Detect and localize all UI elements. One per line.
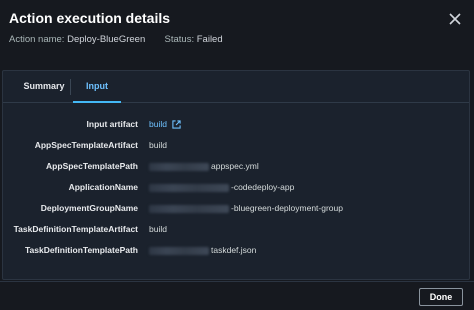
action-execution-details-modal: Action execution details Action name: De… — [0, 0, 474, 310]
status-label: Status: — [164, 34, 195, 45]
detail-value-text: -bluegreen-deployment-group — [231, 203, 343, 213]
detail-label: TaskDefinitionTemplatePath — [24, 245, 138, 255]
redacted-text — [149, 183, 229, 192]
detail-value: appspec.yml — [149, 158, 259, 174]
footer-divider — [0, 281, 474, 282]
close-icon[interactable] — [448, 12, 462, 26]
detail-row-appspec-artifact: AppSpecTemplateArtifact build — [3, 137, 469, 153]
done-button[interactable]: Done — [419, 288, 463, 306]
redacted-text — [149, 246, 209, 255]
detail-label: Input artifact — [86, 119, 138, 129]
detail-value: taskdef.json — [149, 242, 256, 258]
status-value: Failed — [196, 34, 223, 45]
active-tab-indicator — [73, 101, 121, 103]
tab-input-label: Input — [86, 81, 108, 91]
detail-row-taskdef-artifact: TaskDefinitionTemplateArtifact build — [3, 221, 469, 237]
detail-row-application-name: ApplicationName -codedeploy-app — [3, 179, 469, 195]
detail-row-input-artifact: Input artifact build — [3, 116, 469, 132]
modal-title: Action execution details — [9, 10, 171, 26]
tab-summary[interactable]: Summary — [22, 71, 66, 102]
detail-value-text: taskdef.json — [211, 245, 257, 255]
detail-label: ApplicationName — [68, 182, 138, 192]
detail-value: build — [149, 140, 167, 150]
action-name-label: Action name: — [9, 34, 65, 45]
input-artifact-link[interactable]: build — [149, 119, 167, 129]
detail-label: AppSpecTemplateArtifact — [34, 140, 138, 150]
detail-label: AppSpecTemplatePath — [46, 161, 138, 171]
detail-value: build — [149, 224, 167, 234]
redacted-text — [149, 204, 229, 213]
tab-divider — [70, 79, 71, 95]
modal-subtitle: Action name: Deploy-BlueGreen Status: Fa… — [9, 34, 223, 45]
external-link-icon[interactable] — [172, 120, 181, 129]
detail-value: -codedeploy-app — [149, 179, 294, 195]
modal-header: Action execution details Action name: De… — [9, 10, 223, 45]
detail-row-appspec-path: AppSpecTemplatePath appspec.yml — [3, 158, 469, 174]
detail-label: TaskDefinitionTemplateArtifact — [13, 224, 138, 234]
detail-row-deployment-group-name: DeploymentGroupName -bluegreen-deploymen… — [3, 200, 469, 216]
details-panel: Summary Input Input artifact build AppSp… — [2, 70, 470, 280]
detail-label: DeploymentGroupName — [40, 203, 138, 213]
tab-input[interactable]: Input — [73, 71, 121, 103]
detail-value: build — [149, 116, 181, 132]
action-name-value: Deploy-BlueGreen — [67, 34, 146, 45]
tab-bar: Summary Input — [3, 71, 469, 103]
detail-row-taskdef-path: TaskDefinitionTemplatePath taskdef.json — [3, 242, 469, 258]
detail-value-text: -codedeploy-app — [231, 182, 295, 192]
redacted-text — [149, 162, 209, 171]
detail-value-text: appspec.yml — [211, 161, 259, 171]
detail-value: -bluegreen-deployment-group — [149, 200, 343, 216]
